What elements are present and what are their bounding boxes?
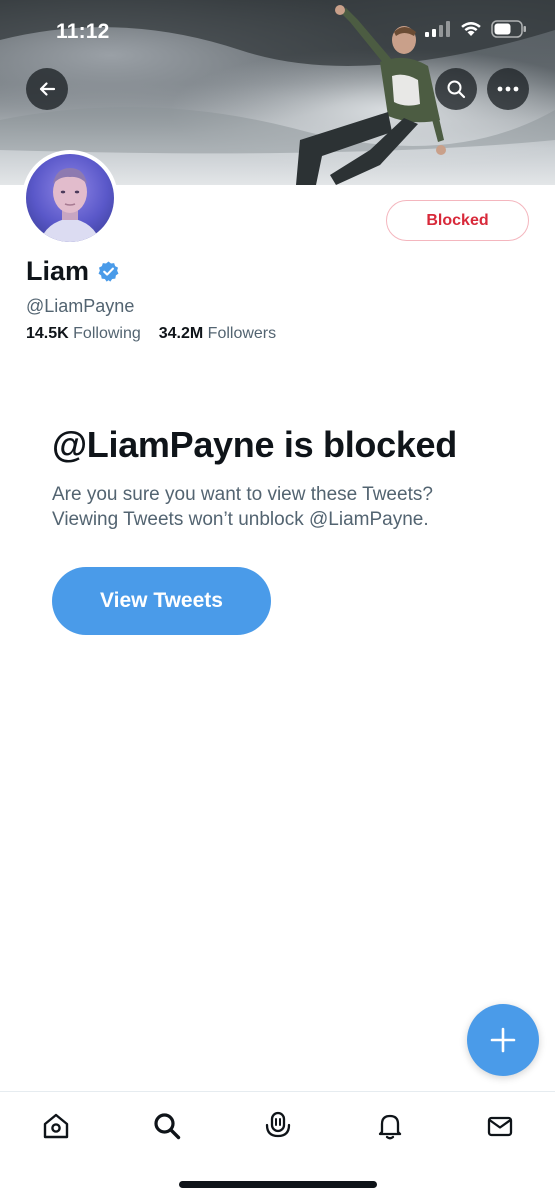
arrow-left-icon	[39, 82, 56, 96]
tab-messages[interactable]	[480, 1108, 520, 1144]
compose-tweet-button[interactable]	[467, 1004, 539, 1076]
search-icon	[154, 1113, 181, 1140]
profile-name-row: Liam	[26, 256, 120, 287]
followers-count: 34.2M	[158, 325, 204, 342]
spaces-icon	[265, 1111, 291, 1138]
wifi-icon	[461, 22, 481, 36]
search-button[interactable]	[435, 68, 477, 110]
avatar[interactable]	[22, 150, 118, 246]
more-horizontal-icon	[497, 86, 519, 92]
followers-stat[interactable]: 34.2M Followers	[159, 325, 276, 343]
profile-stats: 14.5K Following 34.2M Followers	[26, 325, 276, 343]
mail-icon	[487, 1116, 513, 1137]
avatar-photo	[26, 154, 114, 242]
signal-icon	[425, 21, 450, 37]
view-tweets-button[interactable]: View Tweets	[52, 567, 271, 635]
following-stat[interactable]: 14.5K Following	[26, 325, 141, 343]
status-time: 11:12	[56, 20, 110, 43]
following-count: 14.5K	[26, 325, 69, 342]
blocked-notice-message: Are you sure you want to view these Twee…	[52, 484, 433, 530]
blocked-button[interactable]: Blocked	[386, 200, 529, 241]
tab-spaces[interactable]	[258, 1108, 298, 1144]
status-icons	[425, 20, 527, 38]
search-icon	[447, 80, 466, 99]
battery-icon	[491, 20, 526, 38]
blocked-notice-title: @LiamPayne is blocked	[52, 424, 457, 465]
following-label: Following	[73, 325, 141, 342]
plus-icon	[490, 1027, 516, 1053]
tab-notifications[interactable]	[370, 1108, 410, 1144]
display-name: Liam	[26, 256, 90, 286]
profile-handle: @LiamPayne	[26, 296, 135, 316]
bell-icon	[378, 1114, 402, 1140]
more-button[interactable]	[487, 68, 529, 110]
followers-label: Followers	[207, 325, 277, 342]
tab-home[interactable]	[36, 1108, 76, 1144]
tab-search[interactable]	[147, 1108, 187, 1144]
verified-badge-icon	[98, 261, 119, 282]
home-indicator[interactable]	[179, 1181, 377, 1188]
home-icon	[43, 1113, 69, 1139]
back-button[interactable]	[26, 68, 68, 110]
